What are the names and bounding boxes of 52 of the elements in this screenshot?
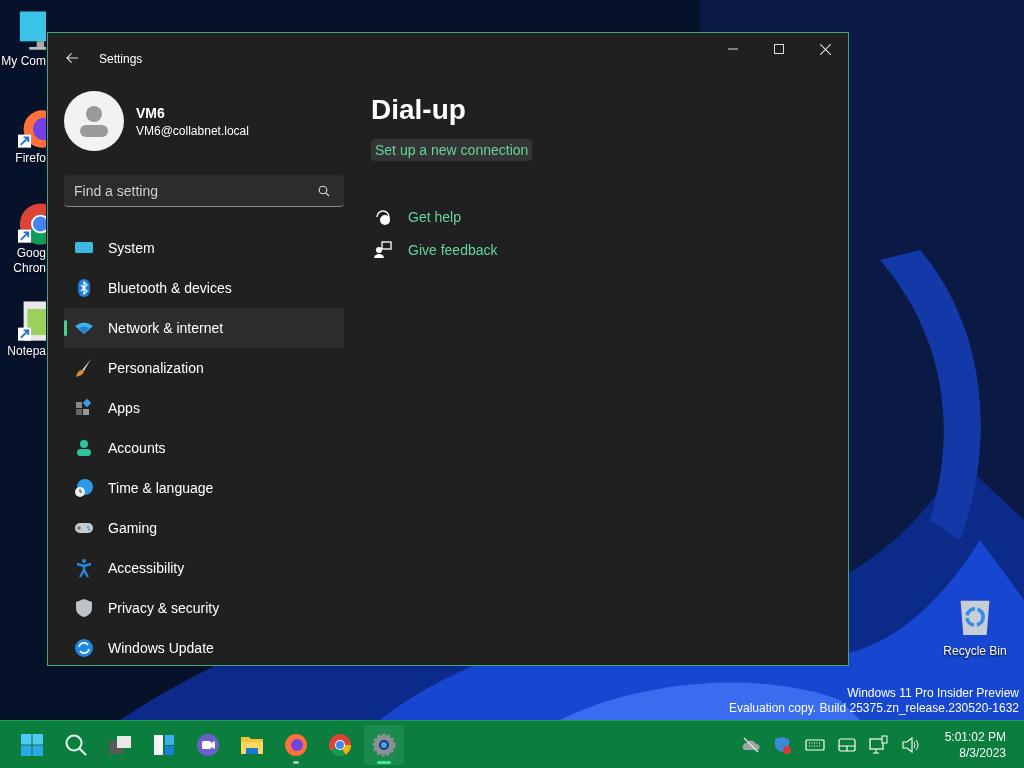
nav-item[interactable]: Bluetooth & devices	[64, 268, 344, 308]
browser-icon	[284, 732, 308, 757]
help-link[interactable]: Get help	[408, 207, 461, 227]
desktop-icon-label[interactable]: Firefo	[15, 151, 46, 166]
clock[interactable]: 5:01:02 PM 8/3/2023	[944, 728, 1006, 761]
accessibility-icon	[74, 558, 94, 578]
taskbar-app-button[interactable]	[364, 724, 404, 765]
notepad-icon[interactable]	[18, 300, 46, 344]
help-link[interactable]: Give feedback	[408, 240, 498, 260]
desktop-icon-label[interactable]: Recycle Bin	[943, 644, 1007, 659]
user-email: VM6@collabnet.local	[136, 123, 249, 138]
nav-item[interactable]: Personalization	[64, 348, 344, 388]
settings-icon	[372, 732, 396, 757]
shield-icon	[74, 598, 94, 618]
nav-item[interactable]: Time & language	[64, 468, 344, 508]
build-info-text: Evaluation copy. Build 25375.zn_release.230520-1632	[729, 701, 1019, 716]
desktop-icon-label[interactable]: My Com	[1, 54, 46, 69]
search-icon[interactable]	[318, 185, 330, 197]
window-title: Settings	[99, 52, 143, 66]
search-field[interactable]: Find a setting	[64, 175, 344, 207]
desktop-icon-label[interactable]: Goog	[16, 246, 46, 261]
nav-item[interactable]: System	[64, 228, 344, 268]
page-title: Dial-up	[371, 93, 466, 127]
feedback-icon	[374, 241, 392, 259]
browser-icon	[328, 732, 352, 757]
setup-connection-link[interactable]: Set up a new connection	[371, 139, 533, 161]
video-chat-icon	[196, 732, 220, 757]
update-icon	[74, 638, 94, 658]
volume-icon[interactable]	[900, 734, 921, 755]
back-arrow-icon[interactable]	[66, 52, 79, 64]
person-icon	[74, 438, 94, 458]
nav-item[interactable]: Gaming	[64, 508, 344, 548]
build-info-text: Windows 11 Pro Insider Preview	[847, 686, 1019, 701]
clock-globe-icon	[74, 478, 94, 498]
apps-icon	[74, 398, 94, 418]
network-icon[interactable]	[868, 734, 889, 755]
windows-logo-icon	[20, 732, 44, 757]
nav-item[interactable]: Apps	[64, 388, 344, 428]
desktop-icon-label[interactable]: Chron	[13, 261, 46, 276]
nav-item[interactable]: Privacy & security	[64, 588, 344, 628]
help-icon	[374, 208, 392, 226]
nav-item[interactable]: Windows Update	[64, 628, 344, 665]
nav-item[interactable]: Accounts	[64, 428, 344, 468]
close-icon	[819, 43, 831, 55]
nav-item[interactable]: Network & internet	[64, 308, 344, 348]
desktop-icon-label[interactable]: Notepa	[7, 344, 46, 359]
nav-item[interactable]: Accessibility	[64, 548, 344, 588]
avatar-icon[interactable]	[64, 91, 124, 151]
user-name: VM6	[136, 104, 166, 121]
maximize-icon	[774, 44, 784, 54]
widgets-icon	[152, 732, 176, 757]
search-icon	[64, 732, 88, 757]
